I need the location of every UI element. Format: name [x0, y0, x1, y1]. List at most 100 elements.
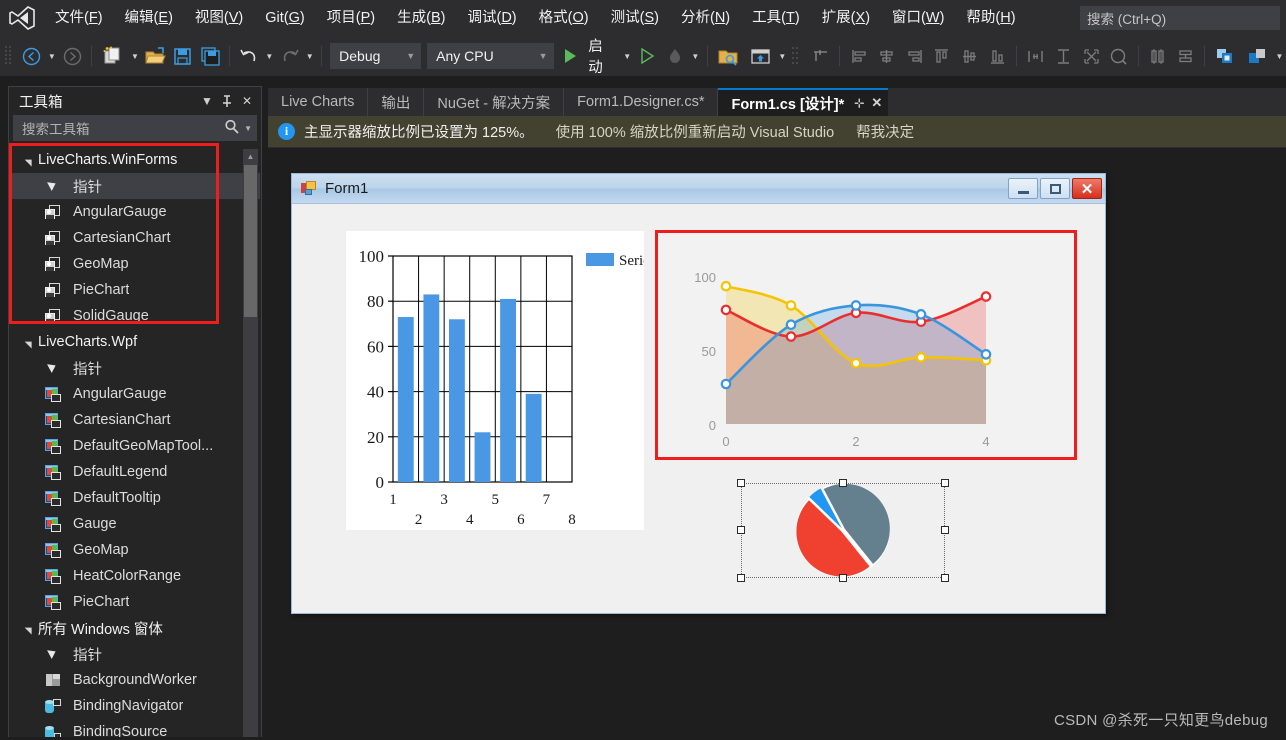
form-client-area[interactable]: 02040608010012345678Series1 100500024 [292, 204, 1105, 613]
new-project-button[interactable] [98, 43, 128, 69]
toolbox-item-[interactable]: 指针 [10, 355, 260, 381]
toolbox-item-geomap[interactable]: GeoMap [10, 251, 260, 277]
start-label[interactable]: 启动 [584, 35, 621, 77]
toolbox-item-geomap[interactable]: GeoMap [10, 537, 260, 563]
menu-item-5[interactable]: 生成(B) [386, 4, 456, 32]
info-bar-restart-link[interactable]: 使用 100% 缩放比例重新启动 Visual Studio [556, 121, 835, 142]
form-preview-window[interactable]: Form1 ✕ 0 20 40 60 80 100 1 2 3 4 5 6 7 8 Series1 100 5… [291, 173, 1106, 614]
configuration-combo[interactable]: Debug ▼ [330, 43, 422, 69]
menu-item-2[interactable]: 视图(V) [184, 4, 254, 32]
search-dropdown-icon[interactable]: ▼ [244, 124, 252, 133]
menu-item-8[interactable]: 测试(S) [600, 4, 670, 32]
start-without-debugging-button[interactable] [635, 43, 661, 69]
menu-item-10[interactable]: 工具(T) [741, 4, 811, 32]
solution-explorer-search-button[interactable] [714, 43, 744, 69]
tab-3[interactable]: Form1.Designer.cs* [564, 88, 719, 116]
menu-item-1[interactable]: 编辑(E) [114, 4, 184, 32]
tab-1[interactable]: 输出 [368, 88, 425, 116]
toolbox-item-piechart[interactable]: PieChart [10, 589, 260, 615]
resize-handle-top-center[interactable] [839, 479, 847, 487]
send-to-back-button[interactable] [1242, 43, 1272, 69]
close-icon[interactable]: ✕ [871, 95, 882, 111]
platform-combo[interactable]: Any CPU ▼ [427, 43, 554, 69]
zoom-button[interactable] [1106, 43, 1132, 69]
resize-handle-top-right[interactable] [941, 479, 949, 487]
global-search-input[interactable]: 搜索 (Ctrl+Q) [1080, 6, 1280, 30]
align-centers-button[interactable] [874, 43, 900, 69]
toolbox-group-LiveCharts.Wpf[interactable]: ◢ LiveCharts.Wpf [10, 329, 260, 355]
align-tops-button[interactable] [929, 43, 955, 69]
form-designer-surface[interactable]: Form1 ✕ 0 20 40 60 80 100 1 2 3 4 5 6 7 8 Series1 100 5… [268, 148, 1286, 704]
start-debug-button[interactable] [558, 43, 584, 69]
close-icon[interactable]: ✕ [237, 91, 257, 111]
resize-handle-middle-left[interactable] [737, 526, 745, 534]
new-project-dropdown[interactable]: ▼ [129, 43, 142, 69]
horizontal-spacing-button[interactable] [1145, 43, 1171, 69]
redo-dropdown[interactable]: ▼ [303, 43, 316, 69]
toolbox-search-input[interactable]: 搜索工具箱 ▼ [13, 115, 257, 141]
chevron-down-icon[interactable]: ▼ [197, 91, 217, 111]
form-close-button[interactable]: ✕ [1072, 178, 1102, 199]
window-layout-dropdown[interactable]: ▼ [776, 43, 789, 69]
bring-to-front-button[interactable] [1211, 43, 1241, 69]
menu-item-4[interactable]: 项目(P) [316, 4, 386, 32]
toolbar-grip[interactable] [4, 45, 18, 67]
menu-item-11[interactable]: 扩展(X) [811, 4, 881, 32]
align-middles-button[interactable] [957, 43, 983, 69]
scrollbar-thumb[interactable] [244, 165, 257, 317]
align-rights-button[interactable] [901, 43, 927, 69]
toolbox-item-piechart[interactable]: PieChart [10, 277, 260, 303]
resize-handle-middle-right[interactable] [941, 526, 949, 534]
toolbox-item-heatcolorrange[interactable]: HeatColorRange [10, 563, 260, 589]
align-to-grid-button[interactable] [808, 43, 834, 69]
toolbox-item-cartesianchart[interactable]: CartesianChart [10, 407, 260, 433]
menu-item-9[interactable]: 分析(N) [670, 4, 741, 32]
toolbox-item-defaultgeomaptool[interactable]: DefaultGeoMapTool... [10, 433, 260, 459]
vertical-spacing-button[interactable] [1172, 43, 1198, 69]
menu-item-0[interactable]: 文件(F) [44, 4, 114, 32]
toolbox-item-cartesianchart[interactable]: CartesianChart [10, 225, 260, 251]
resize-handle-bottom-center[interactable] [839, 574, 847, 582]
undo-button[interactable] [236, 43, 262, 69]
hot-reload-dropdown[interactable]: ▼ [689, 43, 702, 69]
resize-handle-top-left[interactable] [737, 479, 745, 487]
tab-2[interactable]: NuGet - 解决方案 [424, 88, 565, 116]
toolbox-group-all-windows-forms[interactable]: ◢ 所有 Windows 窗体 [10, 615, 260, 641]
toolbox-item-gauge[interactable]: Gauge [10, 511, 260, 537]
toolbox-group-LiveCharts.WinForms[interactable]: ◢ LiveCharts.WinForms [10, 147, 260, 173]
toolbox-item-backgroundworker[interactable]: BackgroundWorker [10, 667, 260, 693]
save-all-button[interactable] [198, 43, 224, 69]
toolbox-item-angulargauge[interactable]: AngularGauge [10, 381, 260, 407]
navigate-backward-dropdown[interactable]: ▼ [45, 43, 58, 69]
search-icon[interactable] [224, 119, 240, 137]
hot-reload-button[interactable] [662, 43, 688, 69]
make-same-height-button[interactable] [1051, 43, 1077, 69]
info-bar-help-link[interactable]: 帮我决定 [856, 121, 914, 142]
window-layout-button[interactable] [745, 43, 775, 69]
menu-item-6[interactable]: 调试(D) [456, 4, 527, 32]
toolbox-item-angulargauge[interactable]: AngularGauge [10, 199, 260, 225]
undo-dropdown[interactable]: ▼ [263, 43, 276, 69]
resize-handle-bottom-left[interactable] [737, 574, 745, 582]
make-same-width-button[interactable] [1023, 43, 1049, 69]
navigate-forward-button[interactable] [59, 43, 85, 69]
toolbox-item-[interactable]: 指针 [10, 641, 260, 667]
toolbar-overflow-button[interactable]: ▼ [1273, 43, 1286, 69]
resize-handle-bottom-right[interactable] [941, 574, 949, 582]
menu-item-7[interactable]: 格式(O) [528, 4, 600, 32]
size-to-grid-button[interactable] [1078, 43, 1104, 69]
form-maximize-button[interactable] [1040, 178, 1070, 199]
navigate-backward-button[interactable] [19, 43, 45, 69]
expand-triangle-icon[interactable]: ◢ [23, 336, 34, 348]
tab-4[interactable]: Form1.cs [设计]* ⊹ ✕ [718, 88, 889, 116]
scroll-up-icon[interactable]: ▲ [243, 149, 258, 164]
menu-item-3[interactable]: Git(G) [254, 4, 315, 32]
expand-triangle-icon[interactable]: ◢ [23, 622, 34, 634]
align-bottoms-button[interactable] [984, 43, 1010, 69]
pin-icon[interactable]: ⊹ [854, 96, 864, 110]
pin-icon[interactable] [217, 91, 237, 111]
start-dropdown[interactable]: ▼ [621, 43, 634, 69]
menu-item-13[interactable]: 帮助(H) [955, 4, 1026, 32]
open-file-button[interactable] [142, 43, 168, 69]
winforms-bar-chart[interactable]: 0 20 40 60 80 100 1 2 3 4 5 6 7 8 Series1 [346, 231, 644, 530]
